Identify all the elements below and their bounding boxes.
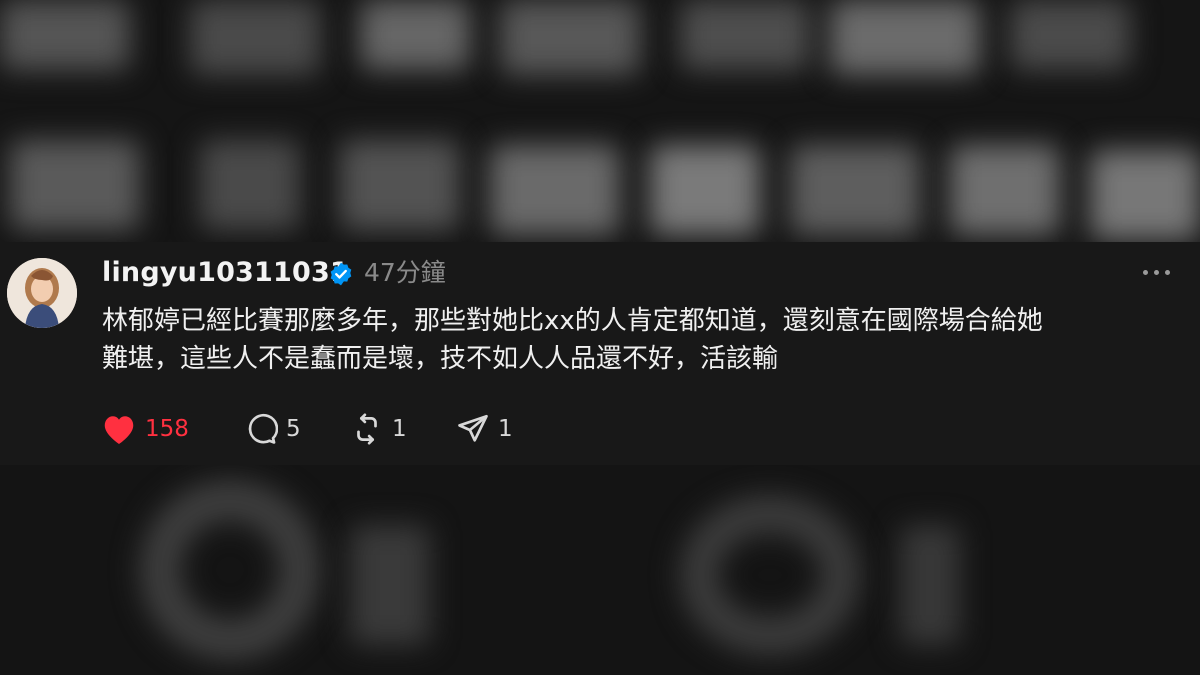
repost-button[interactable]: 1 [350,412,407,446]
screenshot-stage: lingyu10311031 47分鐘 林郁婷已經比賽那麼多年，那些對她比xx的… [0,0,1200,675]
share-button[interactable]: 1 [456,412,513,446]
share-count: 1 [498,416,513,442]
blurred-background-bottom [0,465,1200,675]
blurred-background-top [0,0,1200,242]
threads-post: lingyu10311031 47分鐘 林郁婷已經比賽那麼多年，那些對她比xx的… [0,242,1200,465]
repost-count: 1 [392,416,407,442]
like-button[interactable]: 158 [101,412,189,446]
reply-button[interactable]: 5 [244,412,301,446]
reply-count: 5 [286,416,301,442]
send-icon [458,414,488,442]
post-actions: 158 5 1 1 [0,242,1200,465]
repost-icon [357,413,377,445]
like-count: 158 [145,416,189,442]
heart-icon [104,416,134,444]
comment-bubble-icon [248,413,278,444]
